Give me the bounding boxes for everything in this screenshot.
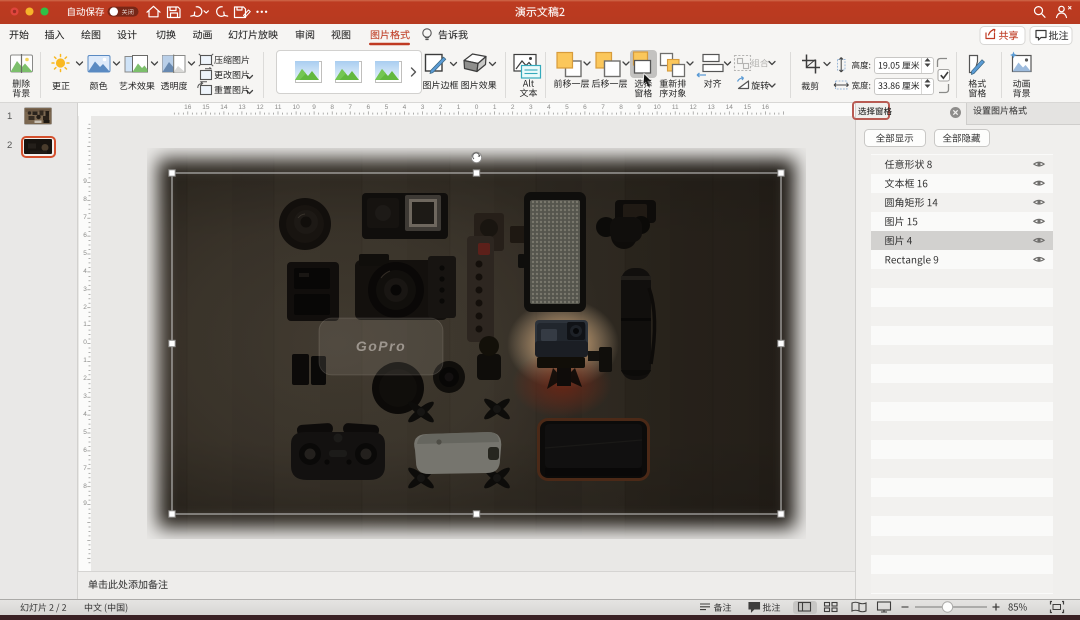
svg-text:GoPro: GoPro <box>356 338 406 354</box>
